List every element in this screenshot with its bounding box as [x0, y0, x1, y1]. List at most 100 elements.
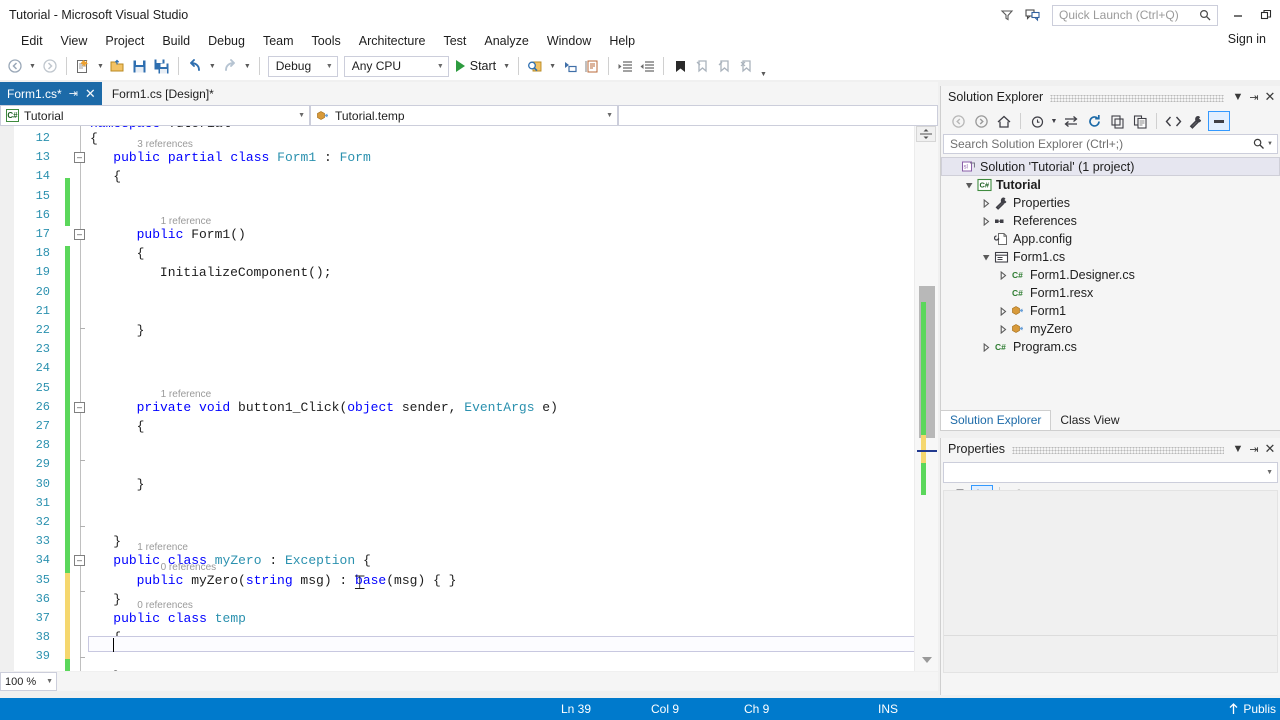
undo-dropdown[interactable]: ▼	[206, 63, 219, 70]
editor-split-grip[interactable]	[916, 126, 936, 142]
tab-class-view[interactable]: Class View	[1051, 411, 1128, 430]
preview-selected-items-icon[interactable]	[1208, 111, 1230, 131]
solution-explorer-search-input[interactable]: Search Solution Explorer (Ctrl+;) ▼	[943, 134, 1278, 154]
start-debug-button[interactable]: Start	[452, 55, 500, 77]
code-line[interactable]: }	[113, 534, 121, 550]
menu-item-help[interactable]: Help	[600, 32, 644, 50]
menu-item-tools[interactable]: Tools	[303, 32, 350, 50]
editor-vertical-scrollbar[interactable]	[914, 126, 938, 671]
chevron-down-icon[interactable]: ▼	[1230, 88, 1246, 106]
code-line[interactable]: public partial class Form1 : Form	[113, 150, 370, 166]
toolbar-overflow-icon[interactable]: ▼	[757, 71, 770, 80]
codelens-reference-count[interactable]: 1 reference	[137, 542, 188, 553]
codelens-reference-count[interactable]: 1 reference	[161, 216, 212, 227]
step-into-icon[interactable]	[559, 55, 581, 77]
save-icon[interactable]	[129, 55, 151, 77]
navigate-backward-dropdown[interactable]: ▼	[26, 63, 39, 70]
code-editor[interactable]: namespace Tutorial 12 {13 3 references – pub…	[0, 126, 938, 671]
back-icon[interactable]	[947, 111, 969, 131]
chevron-down-icon[interactable]	[979, 253, 993, 262]
close-icon[interactable]: ✕	[1262, 440, 1278, 458]
chevron-right-icon[interactable]	[979, 216, 993, 226]
tab-solution-explorer[interactable]: Solution Explorer	[940, 410, 1052, 430]
outlining-collapse-box[interactable]: –	[74, 229, 85, 240]
third-dropdown[interactable]	[618, 105, 938, 126]
sync-with-active-document-icon[interactable]	[1060, 111, 1082, 131]
chevron-right-icon[interactable]	[996, 306, 1010, 316]
comment-selection-icon[interactable]	[581, 55, 603, 77]
pin-icon[interactable]: ⇥	[1246, 440, 1262, 458]
home-icon[interactable]	[993, 111, 1015, 131]
menu-item-test[interactable]: Test	[434, 32, 475, 50]
close-icon[interactable]: ✕	[1262, 88, 1278, 106]
code-line[interactable]: public Form1()	[137, 227, 246, 243]
outlining-collapse-box[interactable]: –	[74, 555, 85, 567]
increase-indent-icon[interactable]	[614, 55, 636, 77]
tree-item-program-cs[interactable]: C# Program.cs	[941, 338, 1280, 356]
properties-grid[interactable]	[943, 490, 1278, 673]
menu-item-view[interactable]: View	[52, 32, 97, 50]
open-file-icon[interactable]	[107, 55, 129, 77]
member-dropdown[interactable]: Tutorial.temp ▼	[310, 105, 618, 126]
tree-item-references[interactable]: References	[941, 212, 1280, 230]
codelens-reference-count[interactable]: 1 reference	[161, 389, 212, 400]
menu-item-edit[interactable]: Edit	[12, 32, 52, 50]
new-item-dropdown[interactable]: ▼	[94, 63, 107, 70]
collapse-all-icon[interactable]	[1106, 111, 1128, 131]
codelens-reference-count[interactable]: 0 references	[161, 562, 217, 573]
code-line[interactable]: }	[137, 477, 145, 493]
redo-dropdown[interactable]: ▼	[241, 63, 254, 70]
codelens-reference-count[interactable]: 0 references	[137, 600, 193, 611]
status-publish[interactable]: Publis	[1228, 702, 1276, 716]
refresh-icon[interactable]	[1083, 111, 1105, 131]
pending-changes-dropdown[interactable]: ▼	[1049, 111, 1059, 131]
restore-button[interactable]	[1252, 2, 1280, 28]
chevron-right-icon[interactable]	[996, 270, 1010, 280]
next-bookmark-icon[interactable]	[713, 55, 735, 77]
pending-changes-icon[interactable]	[1026, 111, 1048, 131]
code-line[interactable]: private void button1_Click(object sender…	[137, 400, 558, 416]
tree-item-properties[interactable]: Properties	[941, 194, 1280, 212]
codelens-reference-count[interactable]: 3 references	[137, 139, 193, 150]
quick-launch-input[interactable]: Quick Launch (Ctrl+Q)	[1052, 4, 1218, 26]
tree-item-form1-cs[interactable]: Form1.cs	[941, 248, 1280, 266]
decrease-indent-icon[interactable]	[636, 55, 658, 77]
clear-bookmarks-icon[interactable]	[735, 55, 757, 77]
tree-item-form1-designer-cs[interactable]: C# Form1.Designer.cs	[941, 266, 1280, 284]
code-line[interactable]: InitializeComponent();	[160, 265, 332, 281]
sign-in-link[interactable]: Sign in	[1228, 32, 1266, 46]
navigate-forward-icon[interactable]	[39, 55, 61, 77]
minimize-button[interactable]	[1224, 2, 1252, 28]
forward-icon[interactable]	[970, 111, 992, 131]
code-line[interactable]: {	[113, 169, 121, 185]
pin-icon[interactable]: ⇥	[69, 87, 78, 100]
chevron-down-icon[interactable]	[962, 181, 976, 190]
code-line[interactable]: public class myZero : Exception {	[113, 553, 370, 569]
filter-icon[interactable]	[994, 2, 1020, 28]
tab-form1-cs[interactable]: Form1.cs* ⇥ ✕	[0, 82, 102, 105]
chevron-right-icon[interactable]	[979, 342, 993, 352]
chevron-down-icon[interactable]: ▼	[1230, 440, 1246, 458]
code-line[interactable]: }	[113, 669, 121, 671]
tree-item-myzero[interactable]: myZero	[941, 320, 1280, 338]
solution-platform-combo[interactable]: Any CPU ▼	[343, 55, 449, 77]
code-line[interactable]: }	[113, 592, 121, 608]
code-line[interactable]: public myZero(string msg) : base(msg) { …	[137, 573, 457, 589]
tree-item-tutorial[interactable]: C# Tutorial	[941, 176, 1280, 194]
menu-item-project[interactable]: Project	[96, 32, 153, 50]
chevron-right-icon[interactable]	[979, 198, 993, 208]
navigate-backward-icon[interactable]	[4, 55, 26, 77]
bookmark-icon[interactable]	[669, 55, 691, 77]
properties-object-combo[interactable]: ▼	[943, 462, 1278, 483]
outlining-collapse-box[interactable]: –	[74, 401, 85, 413]
tree-item-form1[interactable]: Form1	[941, 302, 1280, 320]
menu-item-build[interactable]: Build	[153, 32, 199, 50]
project-type-dropdown[interactable]: C# Tutorial ▼	[0, 105, 310, 126]
close-icon[interactable]: ✕	[85, 86, 96, 102]
view-code-icon[interactable]	[1162, 111, 1184, 131]
start-dropdown[interactable]: ▼	[500, 63, 513, 70]
menu-item-team[interactable]: Team	[254, 32, 303, 50]
scroll-down-arrow[interactable]	[922, 657, 932, 663]
code-line[interactable]: {	[90, 131, 98, 147]
feedback-icon[interactable]	[1020, 2, 1046, 28]
